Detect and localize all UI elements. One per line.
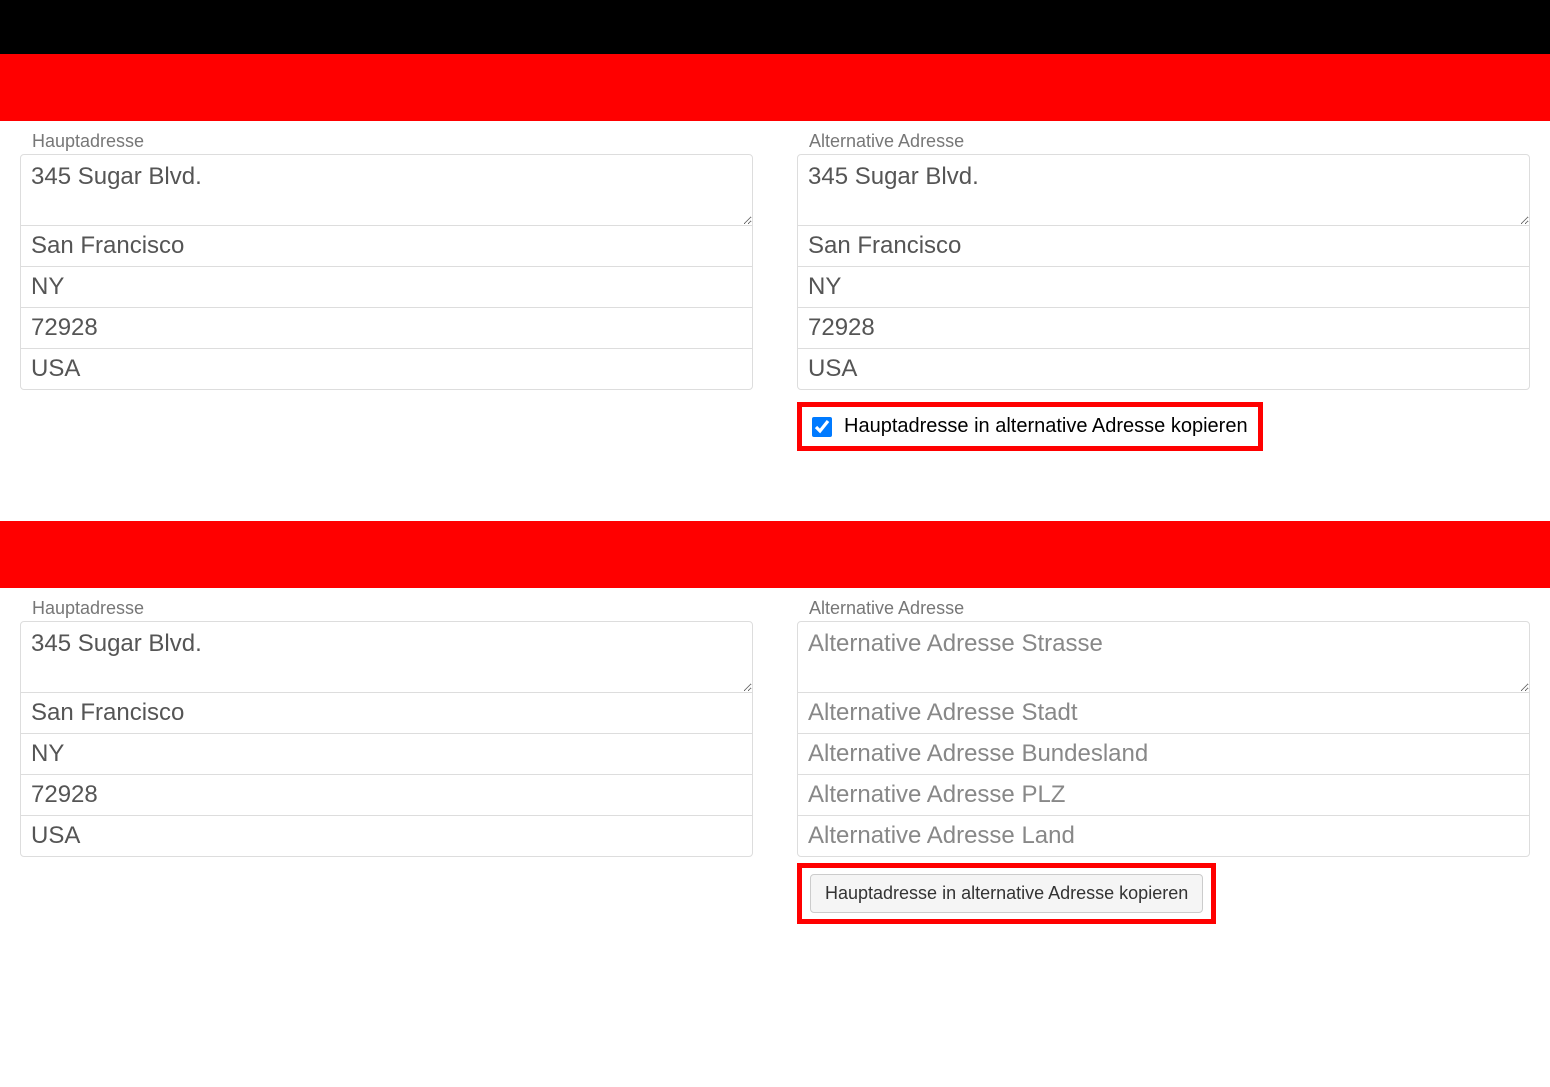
alt-state-input[interactable] xyxy=(797,266,1530,308)
alt-city-input[interactable] xyxy=(797,225,1530,267)
alt-address-column-2: Alternative Adresse Hauptadresse in alte… xyxy=(797,598,1530,924)
alt-address-label: Alternative Adresse xyxy=(797,131,1530,152)
alt-state-input-2[interactable] xyxy=(797,733,1530,775)
alt-postal-input[interactable] xyxy=(797,307,1530,349)
main-street-input[interactable] xyxy=(20,154,753,226)
main-country-input[interactable] xyxy=(20,348,753,390)
alt-street-input[interactable] xyxy=(797,154,1530,226)
main-address-label-2: Hauptadresse xyxy=(20,598,753,619)
copy-address-checkbox-label: Hauptadresse in alternative Adresse kopi… xyxy=(844,415,1248,438)
red-divider-bar-2 xyxy=(0,521,1550,588)
main-street-input-2[interactable] xyxy=(20,621,753,693)
black-header-bar xyxy=(0,0,1550,54)
main-city-input[interactable] xyxy=(20,225,753,267)
alt-country-input-2[interactable] xyxy=(797,815,1530,857)
main-country-input-2[interactable] xyxy=(20,815,753,857)
alt-postal-input-2[interactable] xyxy=(797,774,1530,816)
main-address-label: Hauptadresse xyxy=(20,131,753,152)
main-state-input[interactable] xyxy=(20,266,753,308)
red-divider-bar xyxy=(0,54,1550,121)
main-address-column: Hauptadresse xyxy=(20,131,753,451)
copy-address-button-row: Hauptadresse in alternative Adresse kopi… xyxy=(797,863,1216,924)
copy-address-checkbox[interactable] xyxy=(812,417,832,437)
main-city-input-2[interactable] xyxy=(20,692,753,734)
alt-address-label-2: Alternative Adresse xyxy=(797,598,1530,619)
copy-address-button[interactable]: Hauptadresse in alternative Adresse kopi… xyxy=(810,874,1203,913)
main-state-input-2[interactable] xyxy=(20,733,753,775)
main-postal-input[interactable] xyxy=(20,307,753,349)
alt-street-input-2[interactable] xyxy=(797,621,1530,693)
alt-city-input-2[interactable] xyxy=(797,692,1530,734)
copy-address-checkbox-row: Hauptadresse in alternative Adresse kopi… xyxy=(797,402,1263,451)
alt-country-input[interactable] xyxy=(797,348,1530,390)
address-form-section-2: Hauptadresse Alternative Adresse Hauptad… xyxy=(0,588,1550,954)
main-address-column-2: Hauptadresse xyxy=(20,598,753,924)
alt-address-column: Alternative Adresse Hauptadresse in alte… xyxy=(797,131,1530,451)
address-form-section-1: Hauptadresse Alternative Adresse Hauptad… xyxy=(0,121,1550,481)
main-postal-input-2[interactable] xyxy=(20,774,753,816)
